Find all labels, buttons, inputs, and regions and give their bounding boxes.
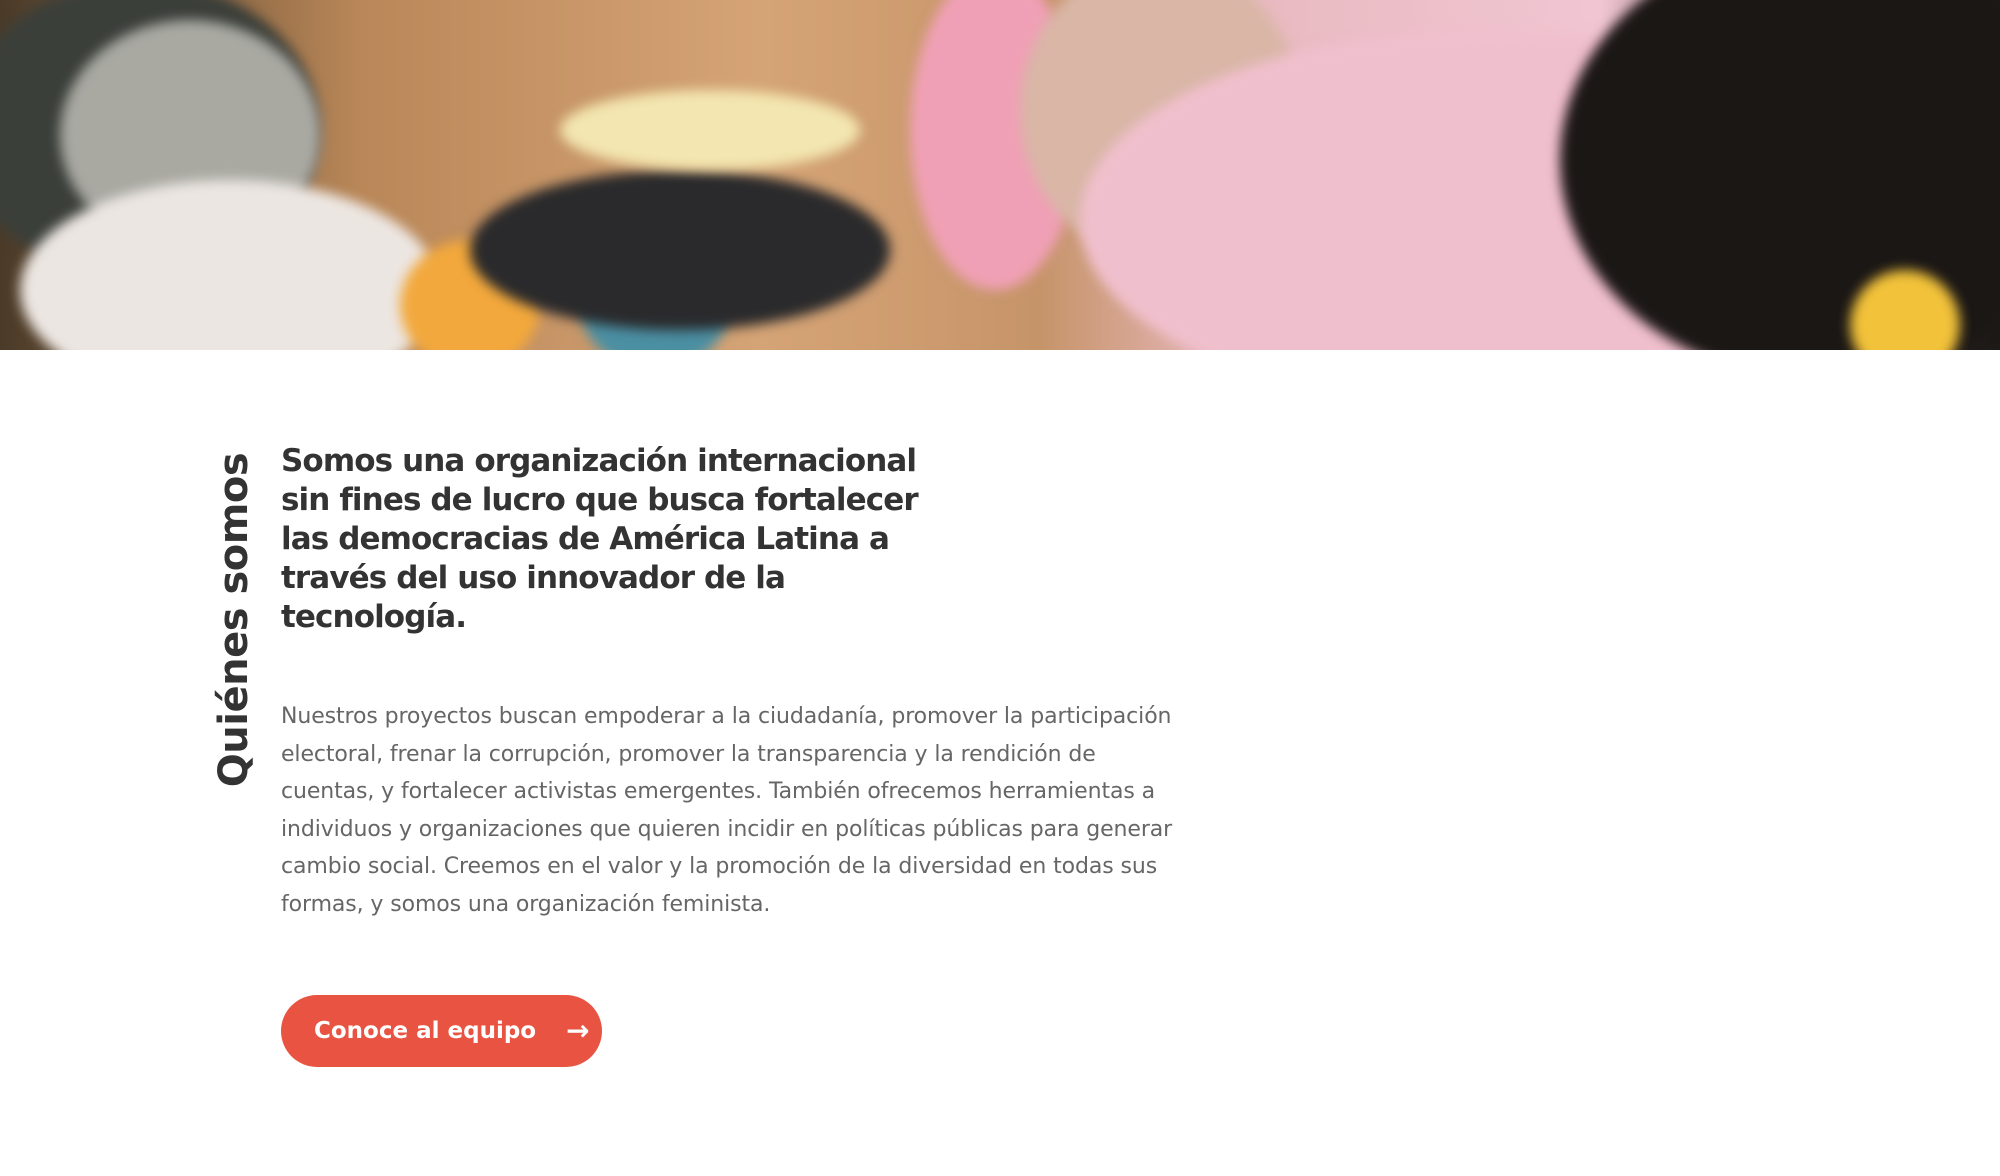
arrow-right-icon: → xyxy=(566,1014,590,1047)
about-description: Nuestros proyectos buscan empoderar a la… xyxy=(281,704,1173,917)
hero-image xyxy=(0,0,2000,350)
meet-team-button-label: Conoce al equipo xyxy=(314,1018,537,1044)
section-title: Quiénes somos xyxy=(211,452,257,788)
section-title-vertical: Quiénes somos xyxy=(204,448,264,793)
about-headline: Somos una organización internacional sin… xyxy=(281,443,919,635)
meet-team-button[interactable]: Conoce al equipo → xyxy=(281,995,602,1067)
